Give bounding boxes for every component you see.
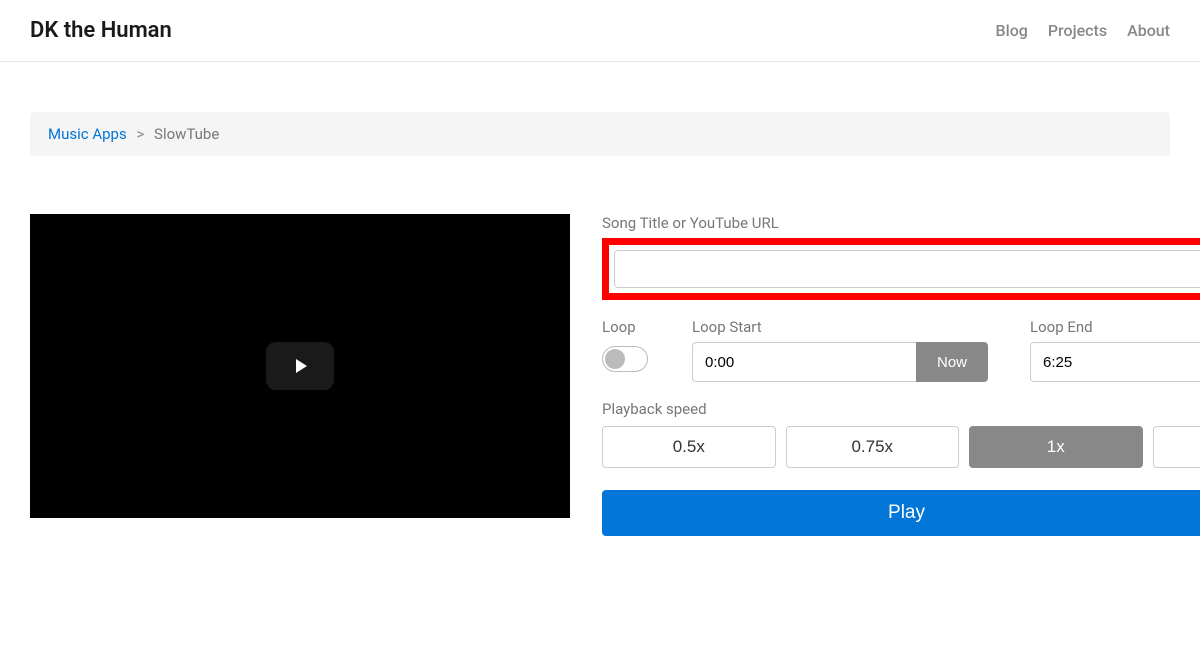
breadcrumb-separator: > — [136, 125, 144, 143]
brand-title[interactable]: DK the Human — [30, 18, 172, 43]
top-nav: Blog Projects About — [996, 21, 1170, 40]
loop-start-label: Loop Start — [692, 318, 988, 336]
loop-start-input[interactable] — [692, 342, 916, 382]
speed-label: Playback speed — [602, 400, 1200, 418]
loop-end-label: Loop End — [1030, 318, 1200, 336]
loop-toggle-label: Loop — [602, 318, 692, 336]
loop-end-input[interactable] — [1030, 342, 1200, 382]
play-button[interactable]: Play — [602, 490, 1200, 536]
speed-three-quarter-button[interactable]: 0.75x — [786, 426, 960, 468]
nav-blog[interactable]: Blog — [996, 21, 1028, 40]
site-header: DK the Human Blog Projects About — [0, 0, 1200, 62]
video-play-button[interactable] — [266, 342, 334, 390]
nav-about[interactable]: About — [1127, 21, 1170, 40]
speed-custom-button[interactable]: Custom — [1153, 426, 1200, 468]
video-player[interactable] — [30, 214, 570, 518]
play-icon — [288, 354, 312, 378]
speed-half-button[interactable]: 0.5x — [602, 426, 776, 468]
url-input[interactable] — [614, 250, 1200, 288]
loop-toggle[interactable] — [602, 346, 648, 372]
breadcrumb-current: SlowTube — [154, 125, 219, 143]
breadcrumb-parent[interactable]: Music Apps — [48, 125, 127, 143]
loop-start-now-button[interactable]: Now — [916, 342, 988, 382]
speed-one-button[interactable]: 1x — [969, 426, 1143, 468]
nav-projects[interactable]: Projects — [1048, 21, 1107, 40]
toggle-knob — [605, 349, 625, 369]
url-highlight-box — [602, 238, 1200, 300]
url-label: Song Title or YouTube URL — [602, 214, 1200, 232]
breadcrumb: Music Apps > SlowTube — [30, 112, 1170, 156]
